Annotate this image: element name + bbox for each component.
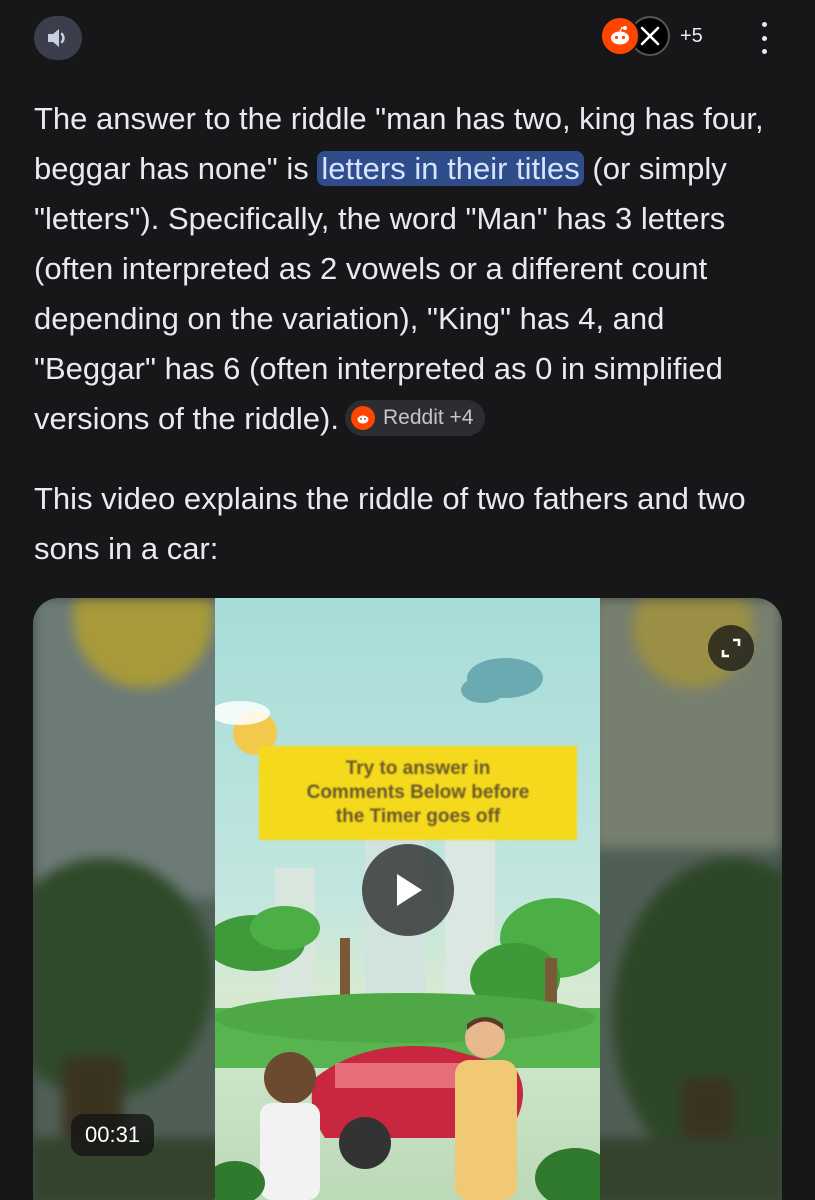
citation-chip-label: Reddit +4 (382, 405, 474, 429)
speaker-icon (48, 29, 65, 47)
video-player[interactable]: Try to answer in Comments Below before t… (33, 598, 782, 1200)
fullscreen-button[interactable] (708, 625, 754, 671)
answer-highlight-link[interactable]: letters in their titles (317, 151, 584, 186)
fullscreen-icon (721, 638, 741, 658)
reddit-icon (350, 405, 375, 430)
listen-button[interactable] (34, 16, 82, 60)
ai-answer-text: The answer to the riddle "man has two, k… (34, 94, 784, 444)
video-intro-text: This video explains the riddle of two fa… (34, 481, 746, 566)
play-button[interactable] (362, 844, 454, 936)
sources-button[interactable]: +5 (600, 12, 703, 60)
caption-line: Comments Below before (306, 782, 530, 803)
more-vert-icon[interactable] (752, 22, 776, 54)
more-sources-count: +5 (680, 24, 703, 47)
play-icon (397, 874, 422, 906)
answer-header: +5 (0, 0, 815, 80)
citation-chip[interactable]: Reddit +4 (344, 399, 486, 436)
answer-text-after: (or simply "letters"). Specifically, the… (34, 151, 727, 436)
caption-line: the Timer goes off (335, 806, 501, 827)
reddit-icon (600, 16, 640, 56)
video-caption-overlay: Try to answer in Comments Below before t… (259, 746, 577, 840)
video-duration: 00:31 (71, 1114, 155, 1156)
caption-line: Try to answer in (345, 758, 491, 779)
